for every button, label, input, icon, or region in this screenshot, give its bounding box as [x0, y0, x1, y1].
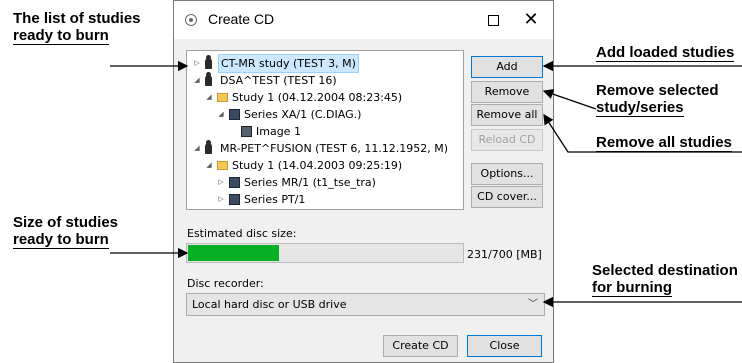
close-icon: ✕ [523, 9, 539, 30]
tree-item-label: Series PT/1 [244, 193, 306, 206]
callout-remove-selected: Remove selected study/series [596, 82, 719, 117]
maximize-icon [487, 15, 499, 26]
callout-add: Add loaded studies [596, 44, 735, 62]
disc-size-value: 231/700 [MB] [467, 248, 542, 261]
callout-text: Size of studies [13, 214, 119, 231]
remove-button[interactable]: Remove [471, 81, 543, 103]
disc-recorder-label: Disc recorder: [187, 277, 264, 290]
tree-item-label: CT-MR study (TEST 3, M) [218, 54, 359, 73]
study-tree[interactable]: ▷ CT-MR study (TEST 3, M) ◢ DSA^TEST (TEST … [186, 50, 464, 210]
tree-item-label: Study 1 (14.04.2003 09:25:19) [232, 159, 403, 172]
series-icon [229, 194, 240, 205]
collapse-icon[interactable]: ◢ [217, 106, 225, 123]
image-icon [241, 126, 252, 137]
tree-item-label: Image 1 [256, 125, 301, 138]
folder-icon [217, 161, 228, 170]
callout-text: Add loaded studies [596, 44, 735, 62]
person-icon [205, 55, 212, 69]
window-title: Create CD [208, 11, 275, 27]
close-button[interactable]: Close [467, 335, 542, 357]
maximize-button[interactable] [473, 7, 513, 33]
callout-text: The list of studies [13, 10, 141, 27]
collapse-icon[interactable]: ◢ [205, 89, 213, 106]
expand-icon[interactable]: ▷ [217, 174, 225, 191]
disc-size-progress [186, 243, 464, 263]
title-bar: Create CD ✕ [174, 1, 553, 39]
add-button[interactable]: Add [471, 56, 543, 78]
create-cd-dialog: Create CD ✕ ▷ CT-MR study (TEST 3, M) ◢ DSA… [173, 0, 554, 363]
callout-text: study/series [596, 99, 684, 117]
expand-icon[interactable]: ▷ [217, 191, 225, 208]
person-icon [205, 140, 212, 154]
tree-item-label: MR-PET^FUSION (TEST 6, 11.12.1952, M) [220, 142, 449, 155]
cd-cover-button[interactable]: CD cover... [471, 186, 543, 208]
collapse-icon[interactable]: ◢ [205, 157, 213, 174]
collapse-icon[interactable]: ◢ [193, 140, 201, 157]
series-icon [229, 177, 240, 188]
progress-fill [188, 245, 280, 261]
create-cd-button[interactable]: Create CD [383, 335, 458, 357]
callout-remove-all: Remove all studies [596, 134, 732, 152]
series-icon [229, 109, 240, 120]
callout-studies-list: The list of studies ready to burn [13, 10, 141, 45]
disc-recorder-value: Local hard disc or USB drive [192, 298, 347, 311]
callout-text: Remove all studies [596, 134, 732, 152]
folder-icon [217, 93, 228, 102]
close-window-button[interactable]: ✕ [511, 7, 551, 33]
expand-icon[interactable]: ▷ [193, 55, 201, 72]
callout-destination: Selected destination for burning [592, 262, 738, 297]
cd-icon [185, 14, 197, 26]
person-icon [205, 72, 212, 86]
callout-text: ready to burn [13, 27, 109, 45]
tree-item-label: DSA^TEST (TEST 16) [220, 74, 337, 87]
disc-recorder-select[interactable]: Local hard disc or USB drive ﹀ [186, 293, 545, 316]
tree-item-label: Series XA/1 (C.DIAG.) [244, 108, 362, 121]
callout-text: Remove selected [596, 82, 719, 99]
tree-item-label: Study 1 (04.12.2004 08:23:45) [232, 91, 403, 104]
options-button[interactable]: Options... [471, 163, 543, 185]
tree-item-label: Series MR/1 (t1_tse_tra) [244, 176, 376, 189]
disc-size-label: Estimated disc size: [187, 227, 297, 240]
collapse-icon[interactable] [229, 123, 237, 140]
callout-text: for burning [592, 279, 672, 297]
callout-text: Selected destination [592, 262, 738, 279]
reload-cd-button[interactable]: Reload CD [471, 129, 543, 151]
callout-text: ready to burn [13, 231, 109, 249]
remove-all-button[interactable]: Remove all [471, 104, 543, 126]
collapse-icon[interactable]: ◢ [193, 72, 201, 89]
callout-size: Size of studies ready to burn [13, 214, 118, 249]
chevron-down-icon: ﹀ [528, 299, 538, 310]
